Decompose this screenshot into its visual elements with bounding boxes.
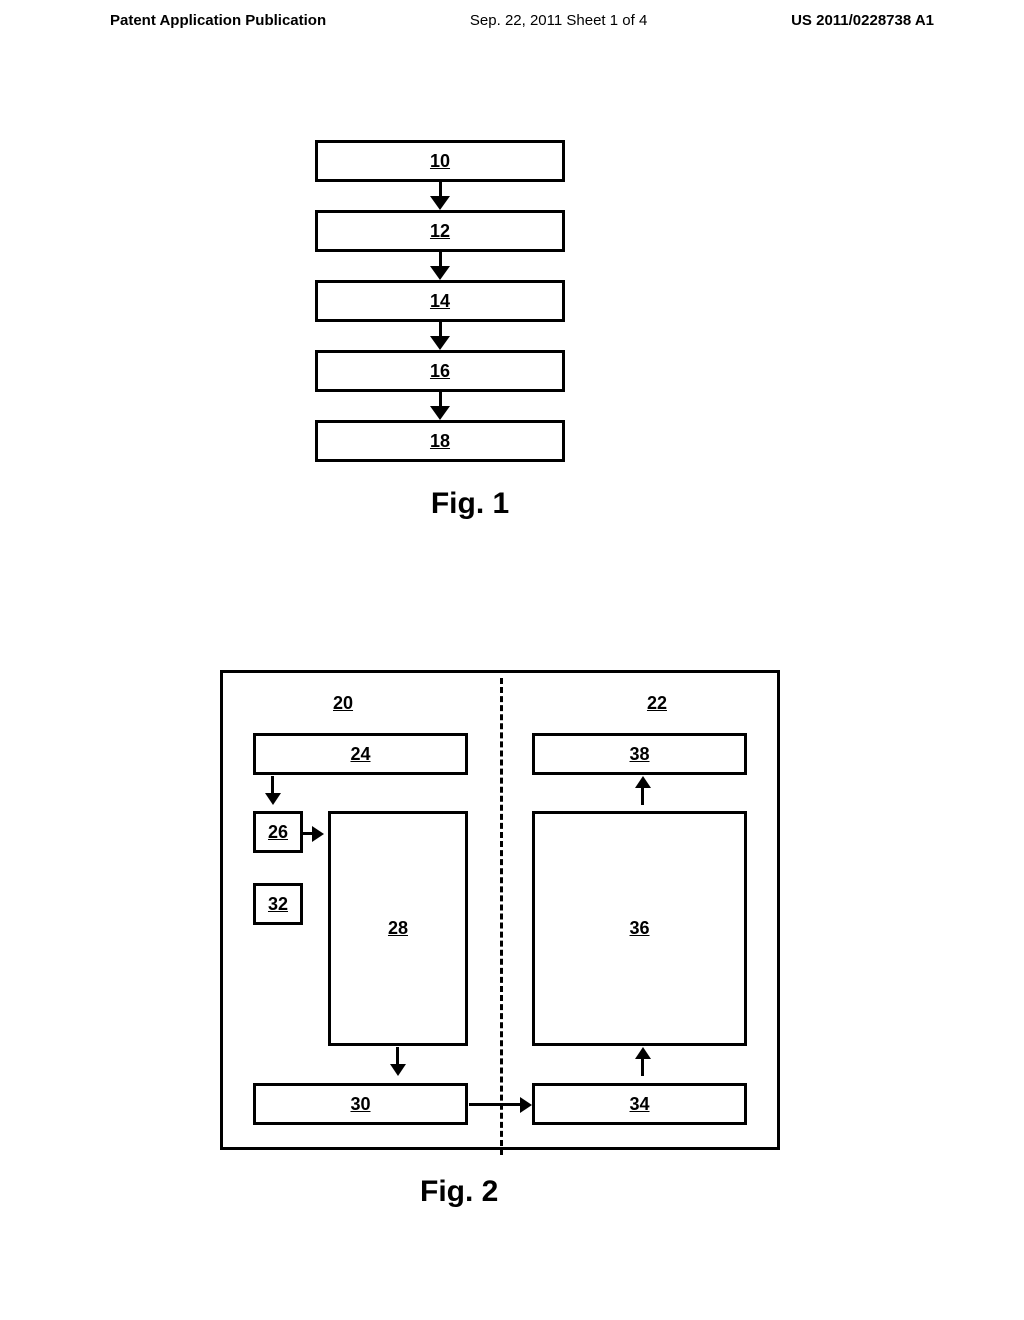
arrow-icon — [439, 392, 442, 407]
figure-1-label: Fig. 1 — [375, 487, 565, 521]
header-patent-number: US 2011/0228738 A1 — [791, 12, 934, 29]
page-header: Patent Application Publication Sep. 22, … — [0, 0, 1024, 29]
arrow-up-icon — [641, 1047, 651, 1076]
figure-2: 20 22 24 38 26 32 28 36 30 34 — [220, 670, 780, 1150]
fig2-box-32: 32 — [253, 883, 303, 925]
arrow-right-icon — [469, 1096, 532, 1114]
arrow-up-icon — [641, 776, 651, 805]
fig2-section-right-label: 22 — [647, 693, 667, 714]
header-publication: Patent Application Publication — [110, 12, 326, 29]
fig2-box-38: 38 — [532, 733, 747, 775]
fig2-box-24: 24 — [253, 733, 468, 775]
arrow-head-icon — [430, 266, 450, 280]
fig2-box-28: 28 — [328, 811, 468, 1046]
figure-2-label: Fig. 2 — [420, 1175, 498, 1209]
fig2-section-left-label: 20 — [333, 693, 353, 714]
arrow-head-icon — [430, 406, 450, 420]
fig1-box-14: 14 — [315, 280, 565, 322]
fig2-box-26: 26 — [253, 811, 303, 853]
figure-1: 10 12 14 16 18 Fig. 1 — [315, 140, 565, 521]
header-date-sheet: Sep. 22, 2011 Sheet 1 of 4 — [470, 12, 647, 29]
arrow-icon — [439, 182, 442, 197]
fig1-box-18: 18 — [315, 420, 565, 462]
fig1-box-16: 16 — [315, 350, 565, 392]
arrow-icon — [439, 252, 442, 267]
fig2-box-30: 30 — [253, 1083, 468, 1125]
divider-line — [500, 678, 503, 1155]
fig2-box-36: 36 — [532, 811, 747, 1046]
arrow-head-icon — [430, 196, 450, 210]
arrow-down-icon — [396, 1047, 406, 1076]
arrow-down-icon — [271, 776, 281, 805]
arrow-right-icon — [303, 825, 324, 843]
fig2-box-34: 34 — [532, 1083, 747, 1125]
fig1-box-12: 12 — [315, 210, 565, 252]
arrow-icon — [439, 322, 442, 337]
fig1-box-10: 10 — [315, 140, 565, 182]
arrow-head-icon — [430, 336, 450, 350]
